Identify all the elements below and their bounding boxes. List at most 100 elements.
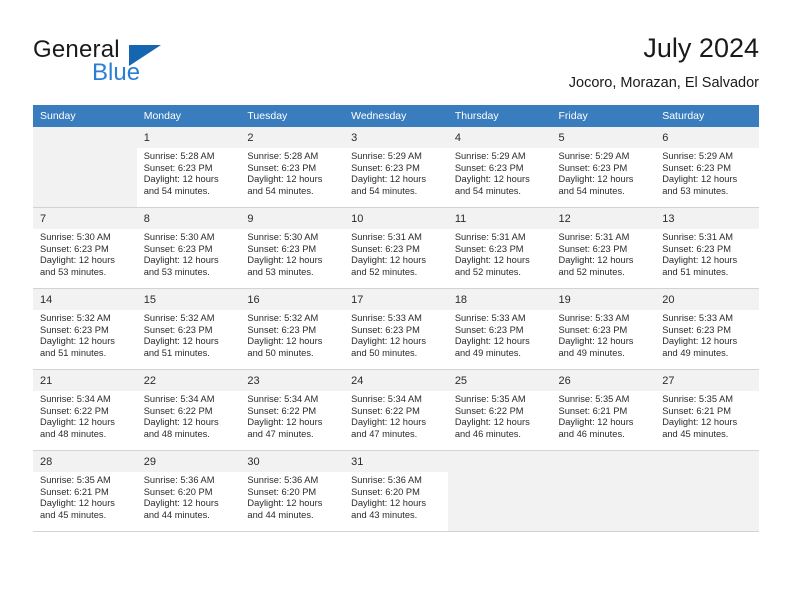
day-cell-inner: 22 Sunrise: 5:34 AM Sunset: 6:22 PM Dayligh…	[136, 370, 241, 451]
calendar-day-cell[interactable]: 31 Sunrise: 5:36 AM Sunset: 6:20 PM Dayligh…	[344, 451, 448, 532]
sunset-text: Sunset: 6:23 PM	[662, 324, 731, 335]
calendar-day-cell[interactable]: 6 Sunrise: 5:29 AM Sunset: 6:23 PM Daylight…	[655, 127, 759, 208]
day-details: Sunrise: 5:33 AM Sunset: 6:23 PM Daylight:…	[655, 310, 759, 359]
calendar-day-cell[interactable]: 27 Sunrise: 5:35 AM Sunset: 6:21 PM Dayligh…	[655, 370, 759, 451]
sunset-text: Sunset: 6:23 PM	[40, 324, 109, 335]
calendar-day-cell[interactable]: 26 Sunrise: 5:35 AM Sunset: 6:21 PM Dayligh…	[551, 370, 656, 451]
sunrise-text: Sunrise: 5:31 AM	[454, 232, 526, 242]
day-cell-inner: 31 Sunrise: 5:36 AM Sunset: 6:20 PM Dayligh…	[344, 451, 448, 532]
general-blue-logo[interactable]: General Blue	[33, 36, 253, 86]
calendar-day-cell[interactable]: 9 Sunrise: 5:30 AM Sunset: 6:23 PM Daylight…	[240, 208, 345, 289]
sunset-text: Sunset: 6:22 PM	[247, 405, 317, 416]
calendar-day-cell[interactable]: 19 Sunrise: 5:33 AM Sunset: 6:23 PM Dayligh…	[551, 289, 656, 370]
day-number: 19	[551, 289, 656, 310]
daylight-text-line1: Daylight: 12 hours	[558, 255, 634, 266]
daylight-text-line1: Daylight: 12 hours	[351, 336, 427, 347]
daylight-text-line1: Daylight: 12 hours	[247, 174, 323, 185]
daylight-text-line2: and 52 minutes.	[558, 266, 625, 277]
calendar-week-row: 1 Sunrise: 5:28 AM Sunset: 6:23 PM Daylight…	[33, 127, 759, 208]
calendar-week-row: 21 Sunrise: 5:34 AM Sunset: 6:22 PM Dayligh…	[33, 370, 759, 451]
sunrise-text: Sunrise: 5:34 AM	[247, 394, 319, 404]
sunrise-text: Sunrise: 5:32 AM	[247, 313, 319, 323]
day-number: 29	[136, 451, 241, 472]
sunrise-text: Sunrise: 5:34 AM	[143, 394, 215, 404]
day-cell-inner: 15 Sunrise: 5:32 AM Sunset: 6:23 PM Dayligh…	[136, 289, 241, 370]
calendar-day-cell[interactable]: 2 Sunrise: 5:28 AM Sunset: 6:23 PM Daylight…	[240, 127, 345, 208]
calendar-day-cell[interactable]: 23 Sunrise: 5:34 AM Sunset: 6:22 PM Dayligh…	[240, 370, 345, 451]
daylight-text-line2: and 54 minutes.	[143, 185, 210, 196]
calendar-day-cell[interactable]: 1 Sunrise: 5:28 AM Sunset: 6:23 PM Daylight…	[136, 127, 241, 208]
calendar-day-cell[interactable]: 13 Sunrise: 5:31 AM Sunset: 6:23 PM Dayligh…	[655, 208, 759, 289]
sunset-text: Sunset: 6:23 PM	[454, 324, 524, 335]
day-cell-inner: 12 Sunrise: 5:31 AM Sunset: 6:23 PM Dayligh…	[551, 208, 656, 289]
calendar-day-cell-empty	[655, 451, 759, 532]
calendar-day-cell[interactable]: 28 Sunrise: 5:35 AM Sunset: 6:21 PM Dayligh…	[33, 451, 137, 532]
day-cell-inner: 17 Sunrise: 5:33 AM Sunset: 6:23 PM Dayligh…	[344, 289, 448, 370]
calendar-day-cell[interactable]: 24 Sunrise: 5:34 AM Sunset: 6:22 PM Dayligh…	[344, 370, 448, 451]
calendar-day-cell[interactable]: 5 Sunrise: 5:29 AM Sunset: 6:23 PM Daylight…	[551, 127, 656, 208]
daylight-text-line1: Daylight: 12 hours	[558, 417, 634, 428]
sunset-text: Sunset: 6:22 PM	[351, 405, 420, 416]
day-number	[447, 451, 552, 472]
calendar-day-cell[interactable]: 17 Sunrise: 5:33 AM Sunset: 6:23 PM Dayligh…	[344, 289, 448, 370]
sunrise-text: Sunrise: 5:28 AM	[247, 151, 319, 161]
sunset-text: Sunset: 6:23 PM	[558, 324, 628, 335]
sunrise-text: Sunrise: 5:30 AM	[247, 232, 319, 242]
daylight-text-line1: Daylight: 12 hours	[351, 255, 427, 266]
day-details: Sunrise: 5:32 AM Sunset: 6:23 PM Daylight:…	[137, 310, 241, 359]
daylight-text-line1: Daylight: 12 hours	[558, 174, 634, 185]
sunrise-text: Sunrise: 5:33 AM	[662, 313, 734, 323]
calendar-day-cell[interactable]: 8 Sunrise: 5:30 AM Sunset: 6:23 PM Daylight…	[136, 208, 241, 289]
daylight-text-line1: Daylight: 12 hours	[662, 417, 738, 428]
daylight-text-line2: and 47 minutes.	[351, 428, 418, 439]
daylight-text-line1: Daylight: 12 hours	[662, 174, 738, 185]
calendar-day-cell[interactable]: 11 Sunrise: 5:31 AM Sunset: 6:23 PM Dayligh…	[447, 208, 552, 289]
calendar-day-cell[interactable]: 12 Sunrise: 5:31 AM Sunset: 6:23 PM Dayligh…	[551, 208, 656, 289]
day-details: Sunrise: 5:36 AM Sunset: 6:20 PM Daylight:…	[240, 472, 344, 521]
sunset-text: Sunset: 6:23 PM	[351, 162, 420, 173]
day-cell-inner: 28 Sunrise: 5:35 AM Sunset: 6:21 PM Dayligh…	[33, 451, 137, 532]
calendar-day-cell[interactable]: 15 Sunrise: 5:32 AM Sunset: 6:23 PM Dayligh…	[136, 289, 241, 370]
day-number: 14	[33, 289, 137, 310]
calendar-day-cell[interactable]: 18 Sunrise: 5:33 AM Sunset: 6:23 PM Dayligh…	[447, 289, 552, 370]
day-number: 13	[655, 208, 759, 229]
calendar-day-cell[interactable]: 22 Sunrise: 5:34 AM Sunset: 6:22 PM Dayligh…	[136, 370, 241, 451]
day-cell-inner: 11 Sunrise: 5:31 AM Sunset: 6:23 PM Dayligh…	[447, 208, 552, 289]
calendar-day-cell[interactable]: 3 Sunrise: 5:29 AM Sunset: 6:23 PM Daylight…	[344, 127, 448, 208]
day-details: Sunrise: 5:34 AM Sunset: 6:22 PM Daylight:…	[137, 391, 241, 440]
calendar-day-cell[interactable]: 10 Sunrise: 5:31 AM Sunset: 6:23 PM Dayligh…	[344, 208, 448, 289]
day-details: Sunrise: 5:33 AM Sunset: 6:23 PM Daylight:…	[552, 310, 656, 359]
day-cell-inner: 3 Sunrise: 5:29 AM Sunset: 6:23 PM Daylight…	[344, 127, 448, 208]
daylight-text-line1: Daylight: 12 hours	[40, 498, 115, 509]
day-details: Sunrise: 5:30 AM Sunset: 6:23 PM Daylight:…	[137, 229, 241, 278]
day-details: Sunrise: 5:34 AM Sunset: 6:22 PM Daylight:…	[240, 391, 344, 440]
daylight-text-line2: and 51 minutes.	[40, 347, 107, 358]
calendar-day-cell[interactable]: 20 Sunrise: 5:33 AM Sunset: 6:23 PM Dayligh…	[655, 289, 759, 370]
day-number: 28	[33, 451, 137, 472]
calendar-day-cell[interactable]: 29 Sunrise: 5:36 AM Sunset: 6:20 PM Dayligh…	[136, 451, 241, 532]
sunset-text: Sunset: 6:23 PM	[40, 243, 109, 254]
sunset-text: Sunset: 6:20 PM	[143, 486, 213, 497]
sunset-text: Sunset: 6:22 PM	[40, 405, 109, 416]
day-number: 25	[447, 370, 552, 391]
weekday-header-sunday: Sunday	[33, 105, 137, 127]
daylight-text-line2: and 54 minutes.	[351, 185, 418, 196]
calendar-day-cell[interactable]: 21 Sunrise: 5:34 AM Sunset: 6:22 PM Dayligh…	[33, 370, 137, 451]
daylight-text-line1: Daylight: 12 hours	[40, 336, 115, 347]
calendar-day-cell[interactable]: 16 Sunrise: 5:32 AM Sunset: 6:23 PM Dayligh…	[240, 289, 345, 370]
day-cell-inner: 2 Sunrise: 5:28 AM Sunset: 6:23 PM Daylight…	[240, 127, 345, 208]
day-details: Sunrise: 5:34 AM Sunset: 6:22 PM Daylight:…	[33, 391, 137, 440]
calendar-day-cell[interactable]: 25 Sunrise: 5:35 AM Sunset: 6:22 PM Dayligh…	[447, 370, 552, 451]
weekday-header-row: Sunday Monday Tuesday Wednesday Thursday…	[33, 105, 759, 127]
day-number: 21	[33, 370, 137, 391]
calendar-day-cell[interactable]: 4 Sunrise: 5:29 AM Sunset: 6:23 PM Daylight…	[447, 127, 552, 208]
day-number: 4	[447, 127, 552, 148]
sunset-text: Sunset: 6:22 PM	[454, 405, 524, 416]
day-details: Sunrise: 5:30 AM Sunset: 6:23 PM Daylight:…	[240, 229, 344, 278]
calendar-day-cell[interactable]: 30 Sunrise: 5:36 AM Sunset: 6:20 PM Dayligh…	[240, 451, 345, 532]
calendar-day-cell[interactable]: 7 Sunrise: 5:30 AM Sunset: 6:23 PM Daylight…	[33, 208, 137, 289]
day-details: Sunrise: 5:36 AM Sunset: 6:20 PM Daylight:…	[137, 472, 241, 521]
day-details: Sunrise: 5:31 AM Sunset: 6:23 PM Daylight:…	[552, 229, 656, 278]
day-cell-inner: 27 Sunrise: 5:35 AM Sunset: 6:21 PM Dayligh…	[655, 370, 759, 451]
calendar-day-cell[interactable]: 14 Sunrise: 5:32 AM Sunset: 6:23 PM Dayligh…	[33, 289, 137, 370]
